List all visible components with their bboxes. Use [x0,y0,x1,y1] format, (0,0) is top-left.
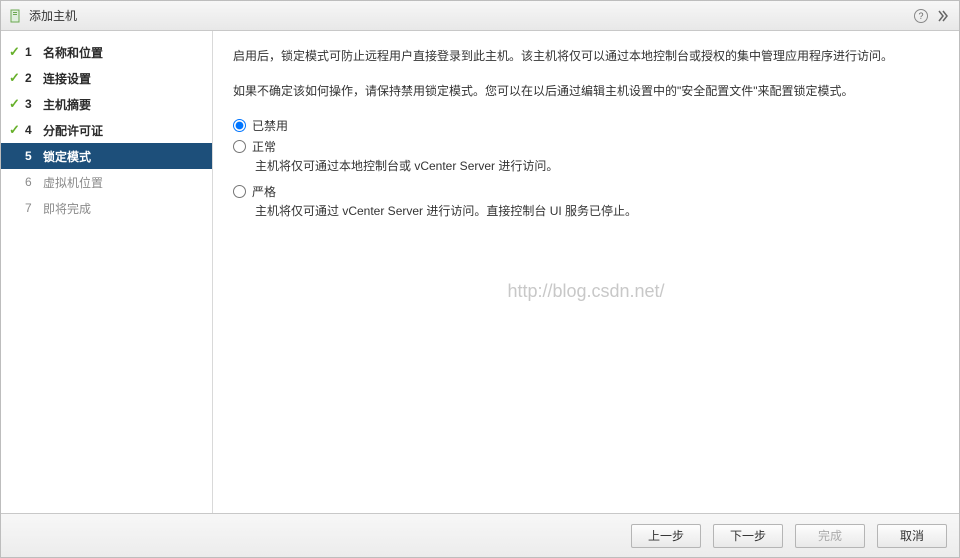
step-label: 即将完成 [43,200,91,217]
check-icon: ✓ [9,96,25,112]
step-label: 主机摘要 [43,96,91,113]
intro-text: 启用后，锁定模式可防止远程用户直接登录到此主机。该主机将仅可以通过本地控制台或授… [233,47,943,66]
option-normal[interactable]: 正常 [233,138,943,155]
radio-disabled[interactable] [233,119,246,132]
cancel-button[interactable]: 取消 [877,524,947,548]
hint-text: 如果不确定该如何操作，请保持禁用锁定模式。您可以在以后通过编辑主机设置中的"安全… [233,82,943,101]
expand-icon[interactable] [935,8,951,24]
step-label: 分配许可证 [43,122,103,139]
watermark-text: http://blog.csdn.net/ [213,281,959,302]
radio-strict[interactable] [233,185,246,198]
check-icon: ✓ [9,174,25,190]
footer: 上一步 下一步 完成 取消 [1,513,959,557]
step-number: 6 [25,175,39,189]
check-icon: ✓ [9,200,25,216]
option-normal-desc: 主机将仅可通过本地控制台或 vCenter Server 进行访问。 [255,157,943,175]
dialog-title: 添加主机 [29,7,77,24]
step-label: 虚拟机位置 [43,174,103,191]
step-label: 名称和位置 [43,44,103,61]
step-lockdown[interactable]: ✓ 5 锁定模式 [1,143,212,169]
step-number: 2 [25,71,39,85]
step-number: 1 [25,45,39,59]
step-vm-location: ✓ 6 虚拟机位置 [1,169,212,195]
option-strict[interactable]: 严格 [233,183,943,200]
dialog-body: ✓ 1 名称和位置 ✓ 2 连接设置 ✓ 3 主机摘要 ✓ 4 分配许可证 ✓ [1,31,959,513]
option-disabled[interactable]: 已禁用 [233,117,943,134]
back-button[interactable]: 上一步 [631,524,701,548]
check-icon: ✓ [9,70,25,86]
step-number: 7 [25,201,39,215]
titlebar: 添加主机 ? [1,1,959,31]
step-license[interactable]: ✓ 4 分配许可证 [1,117,212,143]
check-icon: ✓ [9,122,25,138]
wizard-steps: ✓ 1 名称和位置 ✓ 2 连接设置 ✓ 3 主机摘要 ✓ 4 分配许可证 ✓ [1,31,213,513]
content-pane: 启用后，锁定模式可防止远程用户直接登录到此主机。该主机将仅可以通过本地控制台或授… [213,31,959,513]
step-name-location[interactable]: ✓ 1 名称和位置 [1,39,212,65]
step-number: 4 [25,123,39,137]
step-label: 连接设置 [43,70,91,87]
svg-text:?: ? [918,11,923,21]
step-connection[interactable]: ✓ 2 连接设置 [1,65,212,91]
add-host-dialog: 添加主机 ? ✓ 1 名称和位置 ✓ 2 连接设置 ✓ 3 主机摘要 [0,0,960,558]
option-label: 已禁用 [252,117,288,134]
check-icon: ✓ [9,44,25,60]
host-icon [9,9,23,23]
check-icon: ✓ [9,148,25,164]
step-number: 5 [25,149,39,163]
step-ready: ✓ 7 即将完成 [1,195,212,221]
finish-button: 完成 [795,524,865,548]
option-label: 严格 [252,183,276,200]
help-icon[interactable]: ? [913,8,929,24]
radio-normal[interactable] [233,140,246,153]
option-strict-desc: 主机将仅可通过 vCenter Server 进行访问。直接控制台 UI 服务已… [255,202,943,220]
step-label: 锁定模式 [43,148,91,165]
option-label: 正常 [252,138,276,155]
step-summary[interactable]: ✓ 3 主机摘要 [1,91,212,117]
step-number: 3 [25,97,39,111]
next-button[interactable]: 下一步 [713,524,783,548]
